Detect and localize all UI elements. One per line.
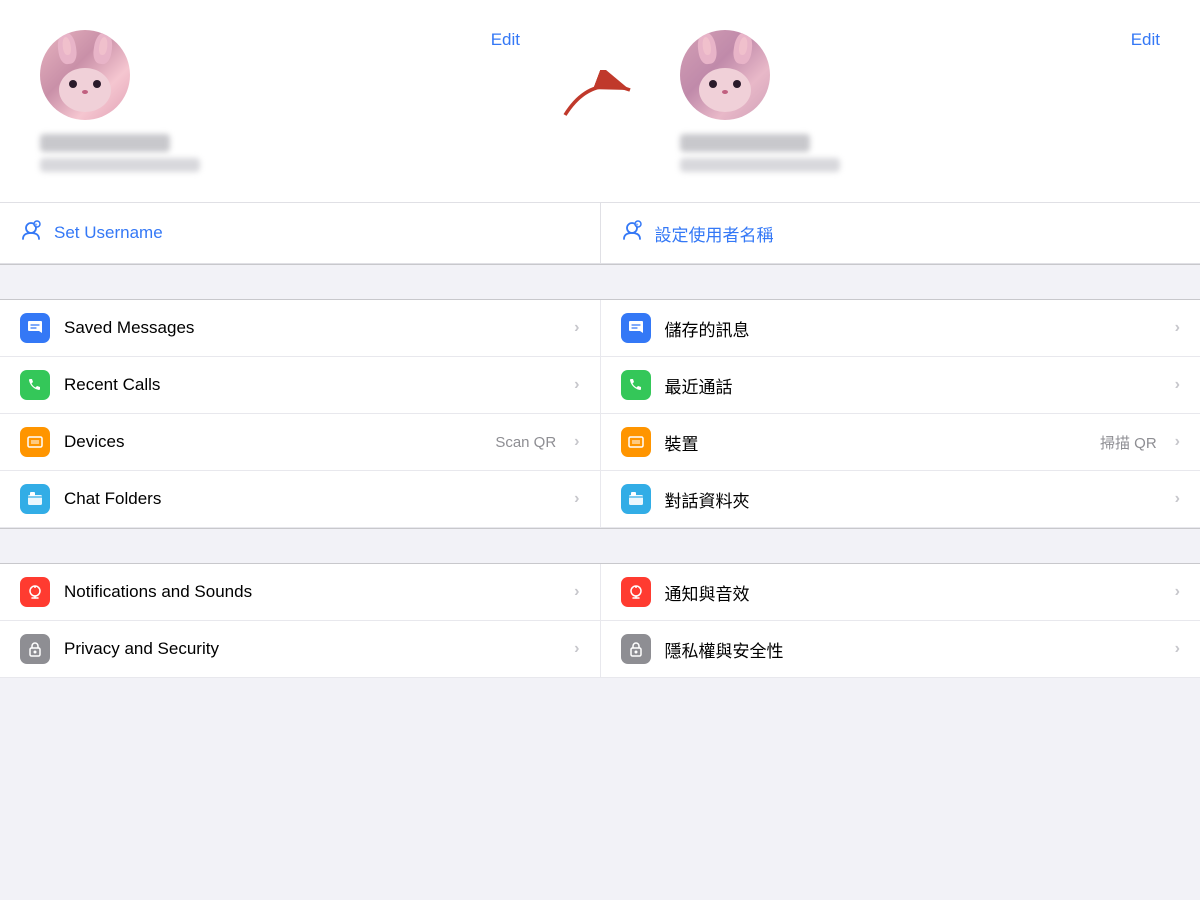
settings-icon-left [20,427,50,457]
username-icon-left: + [20,219,42,247]
settings-label-left: Chat Folders [64,489,560,509]
right-profile-name [680,134,810,152]
settings-label-left: Recent Calls [64,375,560,395]
settings-sub-right: 掃描 QR [1100,432,1157,453]
chevron-left: › [574,433,579,451]
settings-icon-left [20,577,50,607]
settings-row: Recent Calls › 最近通話 › [0,357,1200,414]
settings-icon-left [20,370,50,400]
settings-row: Chat Folders › 對話資料夾 › [0,471,1200,528]
settings-label-left: Privacy and Security [64,639,560,659]
settings-sub-left: Scan QR [495,434,556,451]
chevron-right: › [1175,640,1180,658]
username-icon-right: + [621,219,643,247]
settings-label-right: 儲存的訊息 [665,316,1161,341]
settings-label-left: Notifications and Sounds [64,582,560,602]
svg-text:+: + [35,223,38,229]
settings-icon-left [20,484,50,514]
settings-row: Devices Scan QR › 裝置掃描 QR › [0,414,1200,471]
settings-item-left-1[interactable]: Recent Calls › [0,357,601,413]
chevron-left: › [574,376,579,394]
left-avatar[interactable] [40,30,130,120]
settings-icon-right [621,313,651,343]
right-profile-username [680,158,840,172]
settings-group-1: Saved Messages›儲存的訊息›Recent Calls›最近通話›D… [0,300,1200,528]
settings-item-right-2[interactable]: 裝置掃描 QR › [601,414,1200,470]
left-edit-button[interactable]: Edit [491,30,520,50]
settings-item-right-1[interactable]: 隱私權與安全性 › [601,621,1200,677]
settings-label-left: Saved Messages [64,318,560,338]
arrow-container [540,30,660,130]
settings-item-right-3[interactable]: 對話資料夾 › [601,471,1200,527]
left-profile-username [40,158,200,172]
settings-item-right-0[interactable]: 儲存的訊息 › [601,300,1200,356]
chevron-right: › [1175,319,1180,337]
settings-label-right: 裝置 [665,430,1087,455]
settings-label-right: 隱私權與安全性 [665,637,1161,662]
settings-item-left-0[interactable]: Notifications and Sounds › [0,564,601,620]
svg-text:+: + [635,223,638,229]
arrow-icon [560,70,640,130]
separator-1 [0,264,1200,300]
chevron-left: › [574,319,579,337]
set-username-right[interactable]: + 設定使用者名稱 [601,203,1200,264]
right-avatar[interactable] [680,30,770,120]
right-profile-panel: Edit [660,30,1180,172]
settings-icon-left [20,634,50,664]
set-username-left[interactable]: + Set Username [0,203,601,264]
username-section: + Set Username + 設定使用者名稱 [0,203,1200,264]
set-username-label-right: 設定使用者名稱 [655,221,774,246]
right-profile-info [680,134,840,172]
left-profile-panel: Edit [20,30,540,172]
chevron-left: › [574,490,579,508]
settings-label-right: 通知與音效 [665,580,1161,605]
settings-icon-right [621,427,651,457]
profiles-section: Edit [0,0,1200,203]
chevron-right: › [1175,433,1180,451]
chevron-right: › [1175,583,1180,601]
settings-label-right: 對話資料夾 [665,487,1161,512]
left-profile-name [40,134,170,152]
settings-row: Saved Messages › 儲存的訊息 › [0,300,1200,357]
settings-label-left: Devices [64,432,481,452]
left-profile-info [40,134,200,172]
settings-row: Notifications and Sounds › 通知與音效 › [0,564,1200,621]
settings-item-left-0[interactable]: Saved Messages › [0,300,601,356]
chevron-left: › [574,583,579,601]
settings-icon-left [20,313,50,343]
settings-item-left-1[interactable]: Privacy and Security › [0,621,601,677]
settings-icon-right [621,634,651,664]
separator-2 [0,528,1200,564]
right-edit-button[interactable]: Edit [1131,30,1160,50]
set-username-label-left: Set Username [54,223,163,243]
chevron-right: › [1175,376,1180,394]
settings-item-right-1[interactable]: 最近通話 › [601,357,1200,413]
settings-group-2: Notifications and Sounds›通知與音效›Privacy a… [0,564,1200,678]
settings-item-left-3[interactable]: Chat Folders › [0,471,601,527]
settings-item-right-0[interactable]: 通知與音效 › [601,564,1200,620]
settings-icon-right [621,484,651,514]
settings-label-right: 最近通話 [665,373,1161,398]
settings-icon-right [621,577,651,607]
settings-row: Privacy and Security › 隱私權與安全性 › [0,621,1200,678]
settings-item-left-2[interactable]: Devices Scan QR › [0,414,601,470]
settings-icon-right [621,370,651,400]
chevron-right: › [1175,490,1180,508]
chevron-left: › [574,640,579,658]
